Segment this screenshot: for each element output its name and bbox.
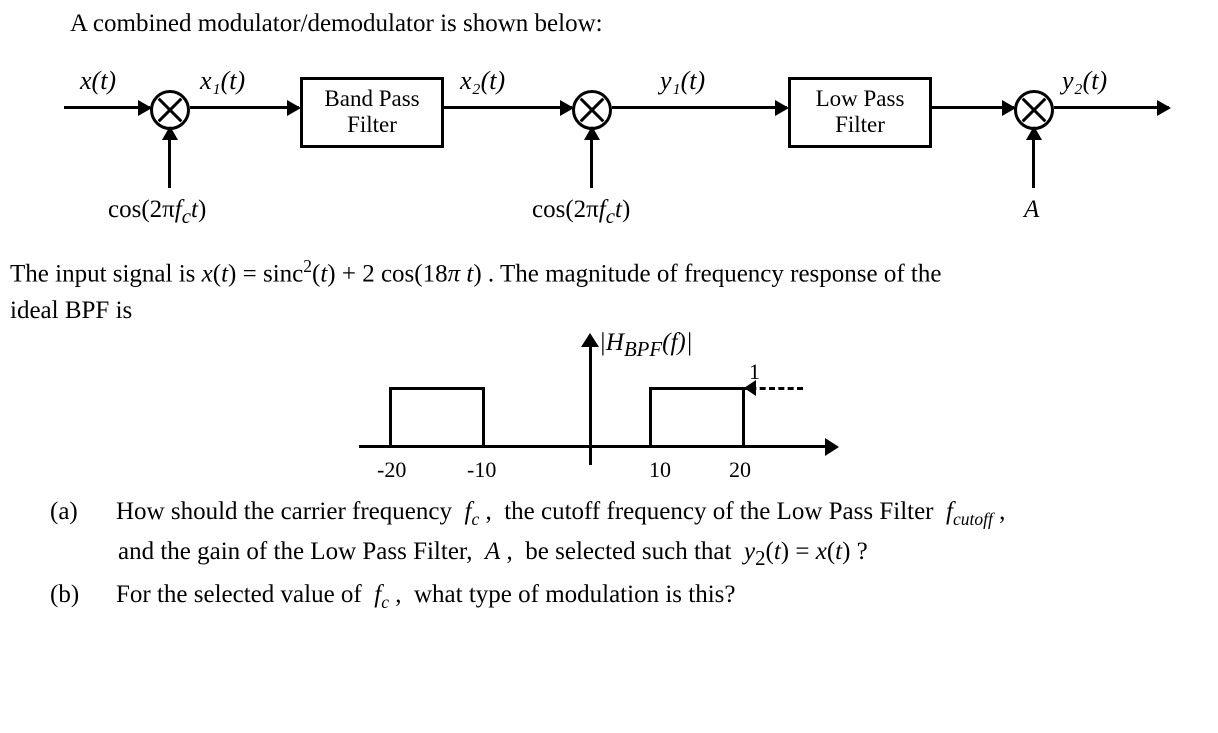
wire-mix1-to-bpf xyxy=(190,106,299,109)
wire-mix3-to-out xyxy=(1054,106,1169,109)
bandpass-filter-block: Band Pass Filter xyxy=(300,77,444,148)
wire-xt-to-mix1 xyxy=(64,106,150,109)
wire-lpf-to-mix3 xyxy=(930,106,1014,109)
passband-positive xyxy=(649,387,745,448)
question-a: (a)How should the carrier frequency fc ,… xyxy=(118,493,1194,574)
signal-x2t: x₂(t) xyxy=(460,66,505,96)
problem-statement: The input signal is x(t) = sinc2(t) + 2 … xyxy=(10,254,1208,329)
block-diagram: x(t) x₁(t) Band Pass Filter x₂(t) y₁(t) … xyxy=(10,68,1208,248)
mixer-3 xyxy=(1014,90,1054,130)
plot-level-dash-arrow xyxy=(744,380,756,396)
wire-mix2-to-lpf xyxy=(612,106,787,109)
carrier-label-1: cos(2πfct) xyxy=(108,196,206,229)
signal-xt: x(t) xyxy=(80,66,116,96)
tick-10: 10 xyxy=(649,457,671,483)
tick-20: 20 xyxy=(729,457,751,483)
signal-y2t: y₂(t) xyxy=(1062,66,1107,96)
question-list: (a)How should the carrier frequency fc ,… xyxy=(10,491,1208,617)
intro-text: A combined modulator/demodulator is show… xyxy=(70,10,1208,38)
signal-x1t: x₁(t) xyxy=(200,66,245,96)
signal-y1t: y₁(t) xyxy=(660,66,705,96)
bpf-label-line1: Band Pass xyxy=(317,86,427,112)
lpf-label-line2: Filter xyxy=(805,112,915,138)
plot-y-label: |HBPF(f)| xyxy=(599,329,693,362)
mixer-1 xyxy=(150,90,190,130)
gain-line xyxy=(1032,128,1035,188)
lpf-label-line1: Low Pass xyxy=(805,86,915,112)
passband-negative xyxy=(389,387,485,448)
plot-x-axis-arrow xyxy=(825,438,839,456)
gain-label: A xyxy=(1024,196,1039,224)
tick-n10: -10 xyxy=(467,457,496,483)
wire-bpf-to-mix2 xyxy=(442,106,572,109)
question-b: (b)For the selected value of fc , what t… xyxy=(118,576,1194,616)
tick-n20: -20 xyxy=(377,457,406,483)
bpf-label-line2: Filter xyxy=(317,112,427,138)
plot-y-axis-arrow xyxy=(581,333,599,347)
carrier-line-2 xyxy=(590,128,593,188)
lowpass-filter-block: Low Pass Filter xyxy=(788,77,932,148)
mixer-2 xyxy=(572,90,612,130)
carrier-line-1 xyxy=(168,128,171,188)
carrier-label-2: cos(2πfct) xyxy=(532,196,630,229)
bpf-magnitude-plot: |HBPF(f)| 1 -20 -10 10 20 xyxy=(349,335,869,485)
